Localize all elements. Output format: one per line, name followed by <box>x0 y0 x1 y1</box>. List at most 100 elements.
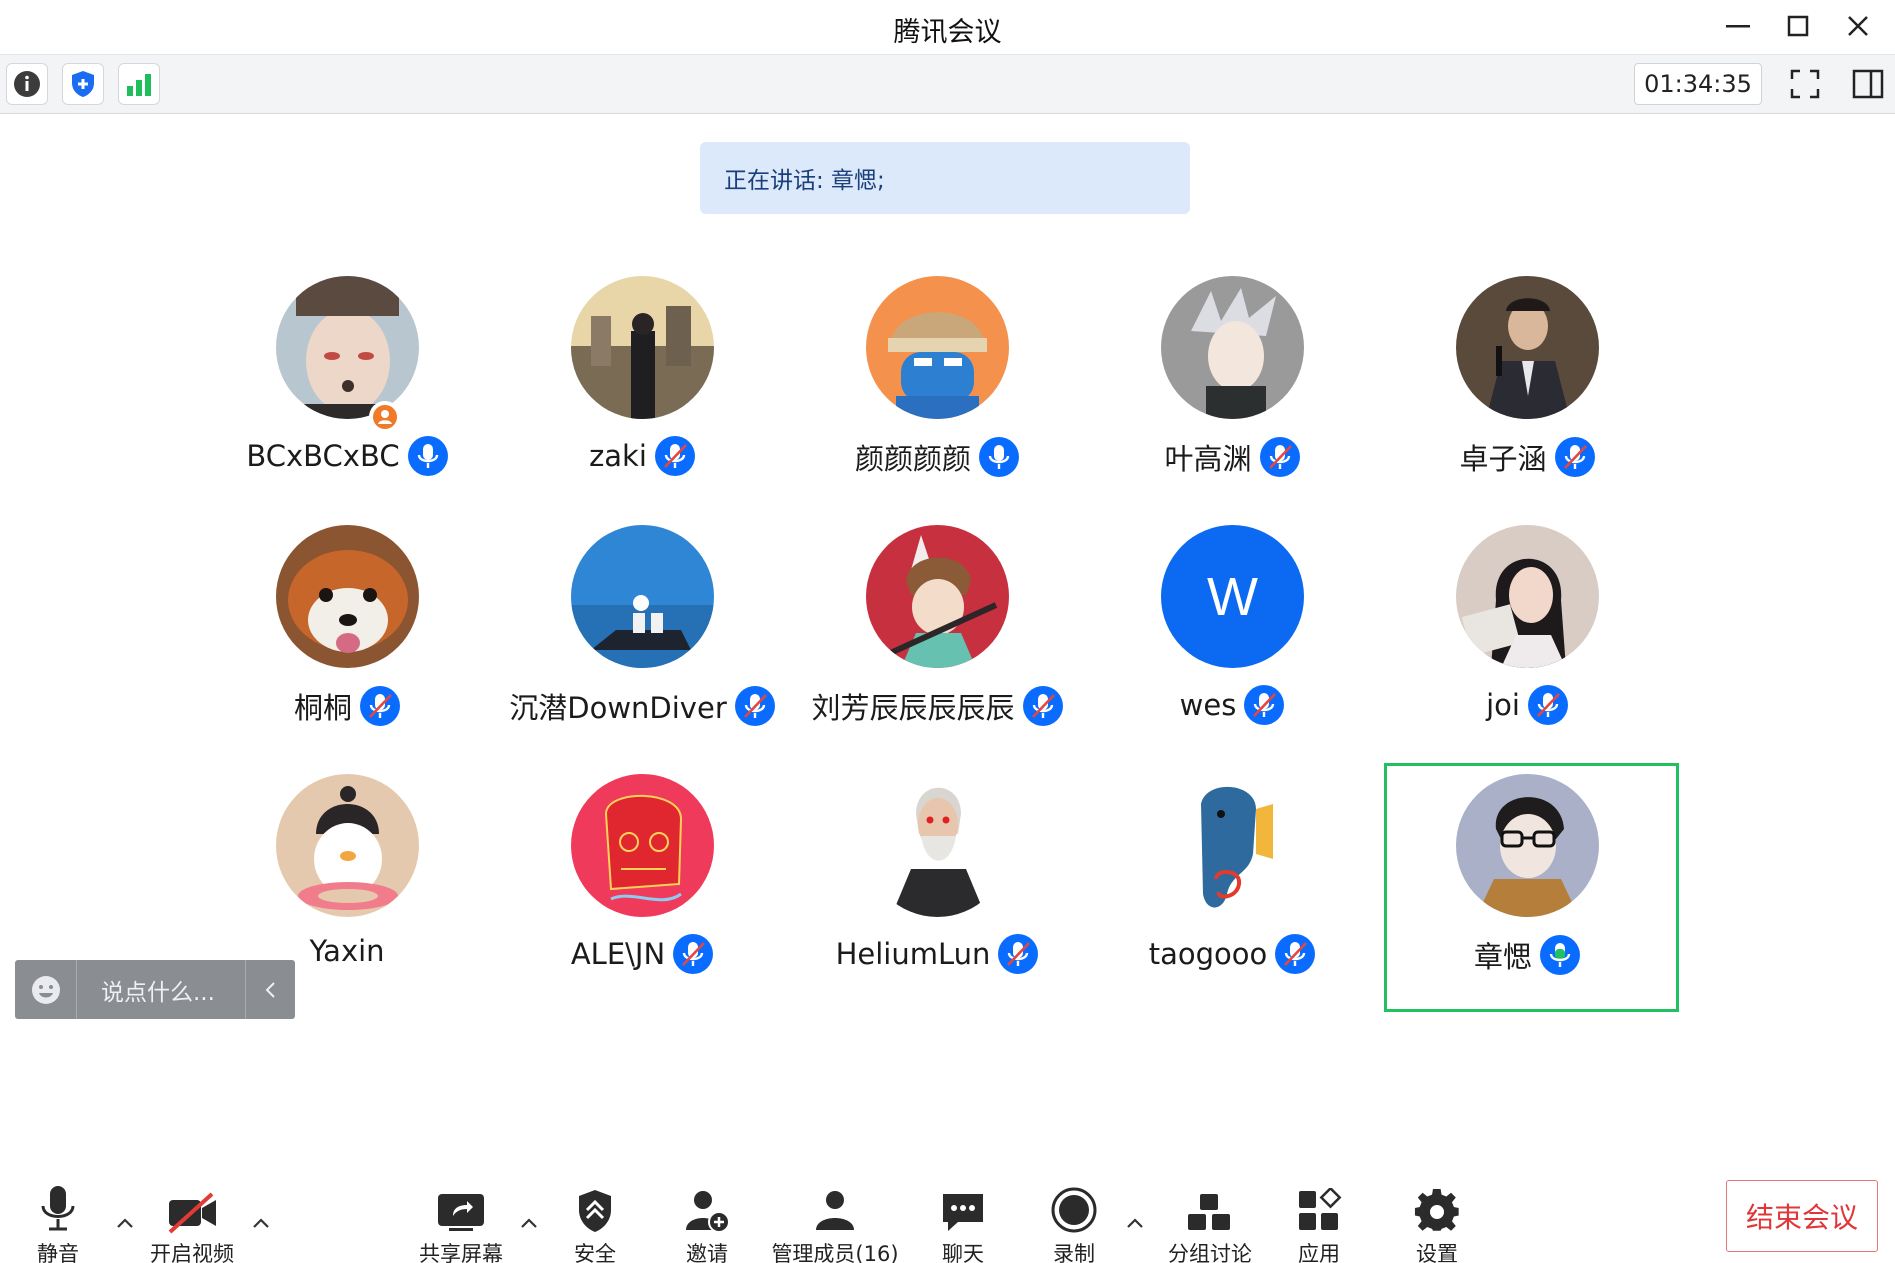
mic-muted-icon[interactable] <box>734 686 775 726</box>
mic-muted-icon[interactable] <box>654 436 695 476</box>
gear-icon <box>1414 1188 1459 1231</box>
mute-button[interactable]: 静音 <box>26 1180 90 1263</box>
mic-muted-icon[interactable] <box>1554 437 1595 477</box>
meeting-window: 腾讯会议 01:34:35 正在讲话: 章愢; BCxBCxBC zaki 颜颜… <box>0 0 1895 1263</box>
participant-avatar <box>571 774 714 917</box>
chat-bubble-icon <box>943 1194 983 1231</box>
start-video-button[interactable]: 开启视频 <box>146 1180 238 1263</box>
participant-tile[interactable]: W wes <box>1086 525 1378 770</box>
mic-muted-icon[interactable] <box>1259 437 1300 477</box>
shield-icon <box>72 71 94 97</box>
security-shield-button[interactable] <box>62 63 104 105</box>
participant-avatar <box>866 276 1009 419</box>
participant-avatar: W <box>1161 525 1304 668</box>
participant-name: BCxBCxBC <box>246 439 400 473</box>
chat-button[interactable]: 聊天 <box>933 1180 993 1263</box>
record-button[interactable]: 录制 <box>1044 1180 1104 1263</box>
invite-button[interactable]: 邀请 <box>677 1180 737 1263</box>
apps-button[interactable]: 应用 <box>1289 1180 1349 1263</box>
maximize-button[interactable] <box>1772 6 1824 46</box>
participant-name: 桐桐 <box>293 691 352 725</box>
share-screen-label: 共享屏幕 <box>419 1242 503 1263</box>
emoji-button[interactable] <box>15 960 77 1019</box>
meeting-info-button[interactable] <box>6 63 48 105</box>
security-label: 安全 <box>574 1242 616 1263</box>
minimize-button[interactable] <box>1712 6 1764 46</box>
invite-user-icon <box>686 1191 730 1233</box>
participant-tile[interactable]: zaki <box>496 276 788 521</box>
mute-label: 静音 <box>37 1242 79 1263</box>
chat-collapse-button[interactable] <box>245 960 295 1019</box>
mic-muted-icon[interactable] <box>998 934 1039 974</box>
participant-avatar <box>866 525 1009 668</box>
chat-input-box[interactable]: 说点什么... <box>15 960 295 1019</box>
mic-speaking-icon[interactable] <box>1540 935 1580 975</box>
mic-muted-icon[interactable] <box>360 686 400 726</box>
chevron-up-icon <box>253 1218 269 1228</box>
share-options-caret[interactable] <box>514 1208 544 1238</box>
participant-tile[interactable]: BCxBCxBC <box>201 276 493 521</box>
mic-muted-icon[interactable] <box>673 934 714 974</box>
meeting-timer: 01:34:35 <box>1634 63 1762 105</box>
participant-tile[interactable]: 卓子涵 <box>1381 276 1673 521</box>
settings-button[interactable]: 设置 <box>1407 1180 1467 1263</box>
participant-tile[interactable]: ALE\JN <box>496 774 788 1019</box>
mic-muted-icon[interactable] <box>1275 934 1316 974</box>
record-icon <box>1051 1187 1097 1233</box>
manage-members-label: 管理成员(16) <box>771 1242 899 1263</box>
participant-tile[interactable]: 沉潜DownDiver <box>496 525 788 770</box>
participant-name: 沉潜DownDiver <box>509 691 727 725</box>
minimize-icon <box>1726 25 1750 28</box>
participant-tile-active[interactable]: 章愢 <box>1381 774 1673 1019</box>
info-icon <box>14 71 40 97</box>
close-button[interactable] <box>1832 6 1884 46</box>
participant-avatar <box>1456 774 1599 917</box>
participant-avatar <box>1456 276 1599 419</box>
signal-bars-icon <box>127 74 151 96</box>
participant-name: HeliumLun <box>835 937 991 971</box>
title-bar: 腾讯会议 <box>0 0 1895 54</box>
participant-avatar <box>866 774 1009 917</box>
participant-name: ALE\JN <box>570 937 666 971</box>
mic-muted-icon[interactable] <box>1022 686 1063 726</box>
mic-muted-icon[interactable] <box>1244 685 1285 725</box>
window-title: 腾讯会议 <box>893 17 1002 48</box>
toggle-side-panel-button[interactable] <box>1848 63 1888 105</box>
audio-options-caret[interactable] <box>110 1208 140 1238</box>
participant-avatar <box>1161 276 1304 419</box>
participant-tile[interactable]: joi <box>1381 525 1673 770</box>
chevron-up-icon <box>117 1218 133 1228</box>
record-label: 录制 <box>1053 1242 1095 1263</box>
participant-tile[interactable]: 桐桐 <box>201 525 493 770</box>
chevron-up-icon <box>521 1218 537 1228</box>
manage-members-button[interactable]: 管理成员(16) <box>765 1180 905 1263</box>
chat-placeholder[interactable]: 说点什么... <box>77 973 245 1007</box>
fullscreen-button[interactable] <box>1784 63 1826 105</box>
end-meeting-button[interactable]: 结束会议 <box>1726 1180 1878 1252</box>
participant-tile[interactable]: taogooo <box>1086 774 1378 1019</box>
invite-label: 邀请 <box>686 1242 728 1263</box>
video-options-caret[interactable] <box>246 1208 276 1238</box>
mic-on-icon[interactable] <box>979 437 1019 477</box>
share-screen-button[interactable]: 共享屏幕 <box>415 1180 507 1263</box>
chat-label: 聊天 <box>942 1242 984 1263</box>
participant-avatar <box>1456 525 1599 668</box>
breakout-rooms-button[interactable]: 分组讨论 <box>1160 1180 1260 1263</box>
settings-label: 设置 <box>1416 1242 1458 1263</box>
close-icon <box>1848 16 1868 36</box>
participant-tile[interactable]: HeliumLun <box>791 774 1083 1019</box>
record-options-caret[interactable] <box>1120 1208 1150 1238</box>
participant-tile[interactable]: 颜颜颜颜 <box>791 276 1083 521</box>
breakout-rooms-label: 分组讨论 <box>1168 1242 1252 1263</box>
mic-on-icon[interactable] <box>407 436 448 476</box>
network-status-button[interactable] <box>118 63 160 105</box>
chevron-up-icon <box>1127 1218 1143 1228</box>
security-button[interactable]: 安全 <box>565 1180 625 1263</box>
fullscreen-icon <box>1790 69 1820 99</box>
participant-tile[interactable]: 叶高渊 <box>1086 276 1378 521</box>
participant-tile[interactable]: 刘芳辰辰辰辰辰 <box>791 525 1083 770</box>
mic-muted-icon[interactable] <box>1527 685 1568 725</box>
side-panel-icon <box>1852 69 1884 99</box>
participant-name: joi <box>1486 688 1520 722</box>
participant-avatar <box>571 276 714 419</box>
